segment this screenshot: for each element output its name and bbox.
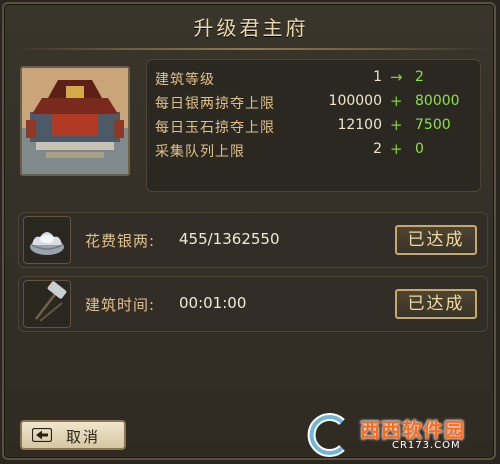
hammer-icon: [23, 280, 71, 328]
stat-row-gather-queue: 采集队列上限 2 + 0: [147, 140, 482, 163]
stat-new-value: 2: [415, 69, 424, 85]
palace-illustration: [22, 68, 128, 174]
cancel-button[interactable]: 取消: [20, 420, 126, 450]
requirement-value: 455/1362550: [179, 230, 280, 248]
stat-row-jade-plunder: 每日玉石掠夺上限 12100 + 7500: [147, 116, 482, 139]
back-arrow-icon: [32, 428, 52, 442]
stat-new-value: 7500: [415, 117, 451, 133]
requirement-silver-cost: 花费银两: 455/1362550 已达成: [18, 212, 488, 268]
watermark-brand: 西西软件园: [360, 418, 465, 442]
stat-new-value: 80000: [415, 93, 460, 109]
requirement-build-time: 建筑时间: 00:01:00 已达成: [18, 276, 488, 332]
plus-icon: +: [390, 92, 403, 110]
cancel-button-label: 取消: [66, 428, 101, 446]
stat-current-value: 100000: [328, 93, 382, 109]
title-divider: [14, 48, 488, 50]
requirement-status-badge: 已达成: [395, 289, 477, 319]
requirement-label: 建筑时间:: [85, 296, 156, 314]
stat-current-value: 12100: [337, 117, 382, 133]
stat-label: 建筑等级: [155, 72, 215, 88]
stat-current-value: 2: [373, 141, 382, 157]
upgrade-dialog: 升级君主府 建筑等级 1 → 2 每日银两掠夺上限 100000 + 80000…: [2, 2, 496, 460]
requirement-label: 花费银两:: [85, 232, 156, 250]
stat-label: 采集队列上限: [155, 144, 245, 160]
upgrade-stats-panel: 建筑等级 1 → 2 每日银两掠夺上限 100000 + 80000 每日玉石掠…: [146, 59, 481, 192]
stat-current-value: 1: [373, 69, 382, 85]
stat-row-silver-plunder: 每日银两掠夺上限 100000 + 80000: [147, 92, 482, 115]
stat-row-building-level: 建筑等级 1 → 2: [147, 68, 482, 91]
plus-icon: +: [390, 140, 403, 158]
arrow-right-icon: →: [390, 68, 403, 86]
requirement-status-badge: 已达成: [395, 225, 477, 255]
silver-ingot-icon: [23, 216, 71, 264]
stat-label: 每日银两掠夺上限: [155, 96, 275, 112]
watermark-logo: 西西软件园 CR173.COM: [300, 412, 496, 460]
dialog-title: 升级君主府: [193, 16, 309, 40]
plus-icon: +: [390, 116, 403, 134]
requirement-value: 00:01:00: [179, 294, 247, 312]
watermark-c-icon: [307, 413, 345, 457]
stat-new-value: 0: [415, 141, 424, 157]
stat-label: 每日玉石掠夺上限: [155, 120, 275, 136]
palace-building-thumbnail: [20, 66, 130, 176]
watermark-url: CR173.COM: [392, 440, 461, 451]
